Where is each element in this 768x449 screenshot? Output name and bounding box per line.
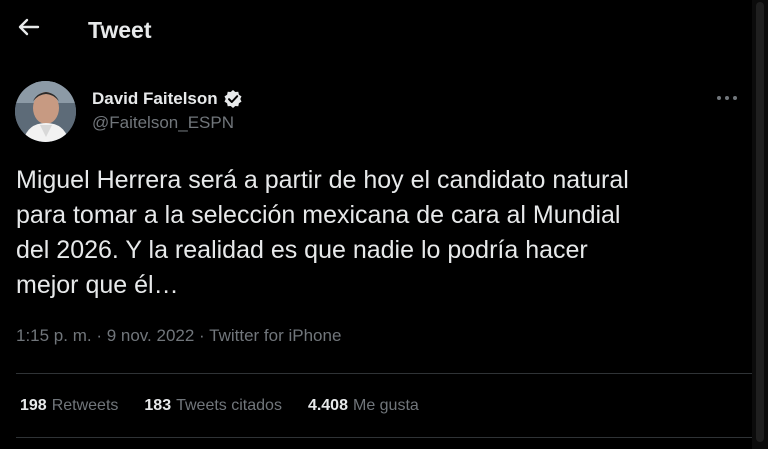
verified-badge-icon	[223, 89, 243, 109]
likes-stat[interactable]: 4.408 Me gusta	[308, 397, 419, 415]
engagement-stats: 198 Retweets 183 Tweets citados 4.408 Me…	[20, 397, 445, 415]
tweet-date[interactable]: 9 nov. 2022	[107, 326, 195, 345]
divider	[16, 373, 752, 374]
likes-count: 4.408	[307, 397, 348, 414]
tweet-header: Tweet	[0, 0, 752, 62]
tweet-meta: 1:15 p. m. · 9 nov. 2022 · Twitter for i…	[16, 326, 341, 346]
meta-separator: ·	[91, 326, 107, 345]
quote-tweets-stat[interactable]: 183 Tweets citados	[144, 397, 282, 415]
page-title: Tweet	[88, 17, 152, 43]
quotes-label: Tweets citados	[176, 397, 282, 414]
more-options-button[interactable]	[712, 84, 742, 110]
retweets-label: Retweets	[51, 397, 119, 414]
quotes-count: 183	[144, 397, 172, 414]
tweet-text: Miguel Herrera será a partir de hoy el c…	[16, 166, 629, 299]
meta-separator: ·	[194, 326, 210, 345]
more-dots-icon	[716, 88, 738, 106]
retweets-stat[interactable]: 198 Retweets	[20, 397, 118, 415]
scrollbar[interactable]	[752, 0, 768, 449]
author-handle[interactable]: @Faitelson_ESPN	[92, 113, 234, 133]
likes-label: Me gusta	[352, 397, 419, 414]
divider	[16, 437, 752, 438]
retweets-count: 198	[20, 397, 47, 414]
avatar[interactable]	[15, 81, 76, 142]
author-name[interactable]: David Faitelson	[92, 89, 218, 109]
scrollbar-thumb[interactable]	[756, 2, 764, 442]
arrow-left-icon	[18, 18, 40, 41]
tweet-time[interactable]: 1:15 p. m.	[16, 326, 92, 345]
tweet-client[interactable]: Twitter for iPhone	[209, 326, 341, 345]
author-name-row[interactable]: David Faitelson	[92, 89, 243, 109]
back-button[interactable]	[14, 14, 44, 44]
